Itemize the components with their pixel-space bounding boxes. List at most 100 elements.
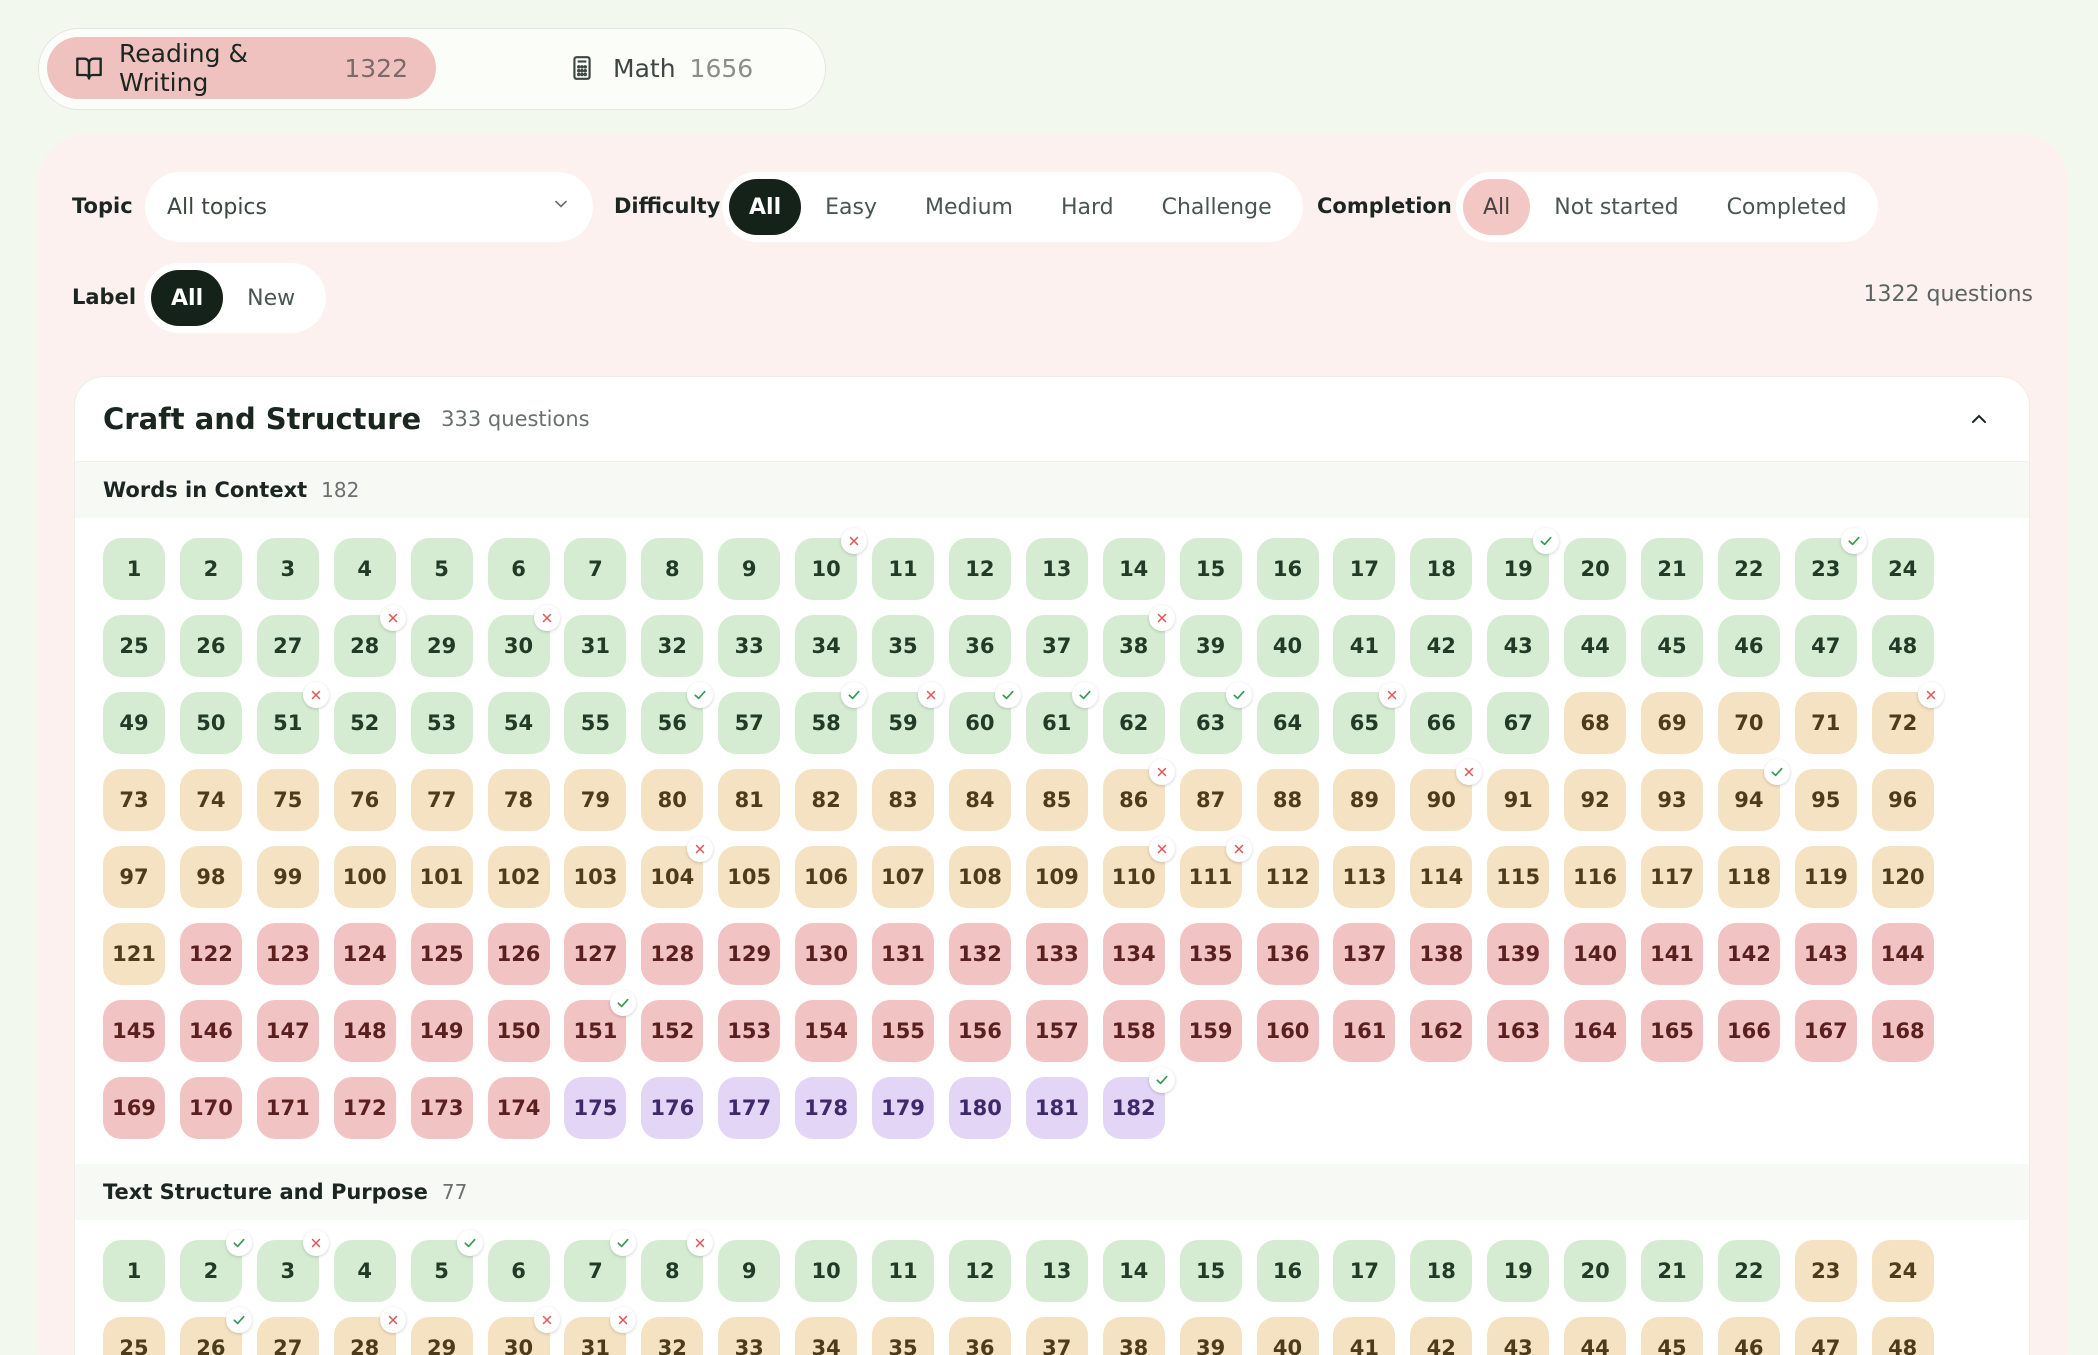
question-tile[interactable]: 10 [795,528,868,600]
question-tile[interactable]: 17 [1333,1240,1396,1302]
question-tile[interactable]: 66 [1410,692,1473,754]
question-tile[interactable]: 21 [1641,538,1703,600]
question-tile[interactable]: 13 [1025,1240,1088,1302]
question-tile[interactable]: 102 [487,846,550,908]
question-tile[interactable]: 100 [333,846,396,908]
question-tile[interactable]: 90 [1410,759,1483,831]
question-tile[interactable]: 95 [1794,769,1857,831]
question-tile[interactable]: 31 [564,615,627,677]
question-tile[interactable]: 99 [256,846,319,908]
question-tile[interactable]: 3 [256,1230,329,1302]
question-tile[interactable]: 21 [1641,1240,1703,1302]
question-tile[interactable]: 36 [948,1317,1011,1355]
question-tile[interactable]: 44 [1564,1317,1627,1355]
question-tile[interactable]: 32 [641,1317,704,1355]
question-tile[interactable]: 37 [1025,1317,1088,1355]
question-tile[interactable]: 134 [1102,923,1165,985]
question-tile[interactable]: 45 [1641,1317,1703,1355]
question-tile[interactable]: 56 [641,682,714,754]
question-tile[interactable]: 48 [1871,615,1934,677]
question-tile[interactable]: 146 [179,1000,242,1062]
question-tile[interactable]: 18 [1410,1240,1473,1302]
question-tile[interactable]: 16 [1256,538,1319,600]
question-tile[interactable]: 173 [410,1077,473,1139]
difficulty-option-hard[interactable]: Hard [1037,179,1138,235]
question-tile[interactable]: 118 [1717,846,1780,908]
question-tile[interactable]: 135 [1179,923,1242,985]
question-tile[interactable]: 52 [333,692,396,754]
question-tile[interactable]: 29 [410,615,473,677]
question-tile[interactable]: 87 [1179,769,1242,831]
question-tile[interactable]: 48 [1871,1317,1934,1355]
question-tile[interactable]: 15 [1179,1240,1242,1302]
question-tile[interactable]: 136 [1256,923,1319,985]
question-tile[interactable]: 73 [103,769,165,831]
question-tile[interactable]: 137 [1333,923,1396,985]
question-tile[interactable]: 177 [718,1077,781,1139]
question-tile[interactable]: 25 [103,1317,165,1355]
question-tile[interactable]: 113 [1333,846,1396,908]
question-tile[interactable]: 43 [1487,615,1550,677]
question-tile[interactable]: 178 [795,1077,858,1139]
question-tile[interactable]: 89 [1333,769,1396,831]
question-tile[interactable]: 172 [333,1077,396,1139]
question-tile[interactable]: 59 [872,682,944,754]
question-tile[interactable]: 41 [1333,615,1396,677]
question-tile[interactable]: 181 [1025,1077,1088,1139]
question-tile[interactable]: 86 [1102,759,1175,831]
question-tile[interactable]: 123 [256,923,319,985]
difficulty-option-easy[interactable]: Easy [801,179,901,235]
question-tile[interactable]: 11 [872,538,934,600]
label-option-all[interactable]: All [151,270,224,326]
question-tile[interactable]: 101 [410,846,473,908]
question-tile[interactable]: 23 [1794,1240,1857,1302]
question-tile[interactable]: 69 [1641,692,1703,754]
question-tile[interactable]: 53 [410,692,473,754]
question-tile[interactable]: 139 [1487,923,1550,985]
difficulty-option-all[interactable]: All [729,179,802,235]
section-header[interactable]: Craft and Structure 333 questions [75,377,2029,462]
question-tile[interactable]: 65 [1333,682,1406,754]
question-tile[interactable]: 1 [103,538,165,600]
question-tile[interactable]: 5 [410,1230,483,1302]
question-tile[interactable]: 72 [1871,682,1944,754]
question-tile[interactable]: 4 [333,1240,396,1302]
question-tile[interactable]: 31 [564,1307,637,1355]
question-tile[interactable]: 39 [1179,1317,1242,1355]
question-tile[interactable]: 111 [1179,836,1252,908]
question-tile[interactable]: 82 [795,769,858,831]
question-tile[interactable]: 124 [333,923,396,985]
question-tile[interactable]: 35 [872,1317,934,1355]
question-tile[interactable]: 46 [1717,615,1780,677]
question-tile[interactable]: 34 [795,1317,858,1355]
question-tile[interactable]: 45 [1641,615,1703,677]
question-tile[interactable]: 44 [1564,615,1627,677]
question-tile[interactable]: 34 [795,615,858,677]
question-tile[interactable]: 104 [641,836,714,908]
question-tile[interactable]: 77 [410,769,473,831]
tab-reading-writing[interactable]: Reading & Writing 1322 [47,37,436,99]
completion-option-completed[interactable]: Completed [1703,179,1871,235]
question-tile[interactable]: 6 [487,1240,550,1302]
question-tile[interactable]: 7 [564,1230,637,1302]
question-tile[interactable]: 171 [256,1077,319,1139]
question-tile[interactable]: 6 [487,538,550,600]
question-tile[interactable]: 14 [1102,1240,1165,1302]
question-tile[interactable]: 68 [1564,692,1627,754]
question-tile[interactable]: 180 [948,1077,1011,1139]
question-tile[interactable]: 75 [256,769,319,831]
question-tile[interactable]: 54 [487,692,550,754]
question-tile[interactable]: 98 [179,846,242,908]
question-tile[interactable]: 8 [641,538,704,600]
question-tile[interactable]: 166 [1717,1000,1780,1062]
question-tile[interactable]: 16 [1256,1240,1319,1302]
question-tile[interactable]: 26 [179,615,242,677]
question-tile[interactable]: 57 [718,692,781,754]
question-tile[interactable]: 121 [103,923,165,985]
question-tile[interactable]: 2 [179,1230,252,1302]
question-tile[interactable]: 85 [1025,769,1088,831]
question-tile[interactable]: 147 [256,1000,319,1062]
question-tile[interactable]: 143 [1794,923,1857,985]
question-tile[interactable]: 3 [256,538,319,600]
question-tile[interactable]: 150 [487,1000,550,1062]
